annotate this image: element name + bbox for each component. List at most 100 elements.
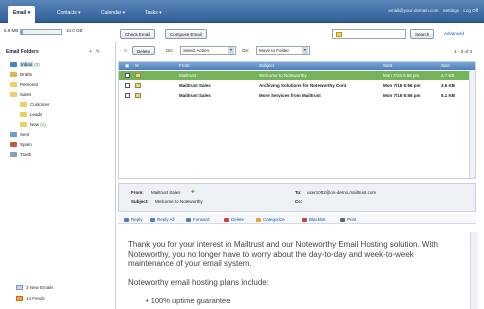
subject-cell: More Services from Mailtrust	[259, 93, 321, 98]
list-scrollbar[interactable]	[469, 70, 475, 178]
select-action-dropdown[interactable]: Select Action ▾	[180, 46, 236, 55]
tab-calendar[interactable]: Calendar ▾	[96, 6, 130, 23]
sidebar-item-inbox[interactable]: Inbox (2)	[10, 62, 40, 70]
folder-icon	[10, 92, 17, 97]
sidebar-item-label: Personal	[20, 82, 38, 87]
folder-icon	[20, 102, 27, 107]
body-line-3: maintenance of your email system.	[128, 259, 252, 269]
preview-header: From: Mailtrust Sales ✚ Subject: Welcome…	[118, 183, 476, 212]
sidebar-item-leads[interactable]: Leads	[20, 112, 42, 120]
sidebar-item-label: Spam	[20, 142, 32, 147]
envelope-icon	[135, 73, 141, 78]
categorize-button[interactable]: Categorize	[256, 217, 285, 222]
tab-contacts[interactable]: Contacts ▾	[52, 6, 86, 23]
rss-icon	[16, 296, 23, 301]
tab-email[interactable]: Email ▾	[8, 6, 36, 23]
folders-title: Email Folders	[6, 49, 39, 55]
sidebar-item-personal[interactable]: Personal	[10, 82, 38, 90]
sent-cell: Mon 7/15 6:56 pm	[383, 83, 421, 88]
print-label: Print	[347, 217, 357, 222]
table-row[interactable]: Mailtrust Sales Archiving Solutions for N…	[119, 81, 475, 90]
user-email: email@your-domain.com	[388, 8, 439, 13]
bullet-text: 100% uptime guarantee	[150, 296, 231, 305]
sidebar-item-trash[interactable]: Trash	[10, 152, 31, 160]
feeds-link[interactable]: 14 Feeds	[16, 296, 45, 301]
table-row[interactable]: Mailtrust Sales More Services from Mailtr…	[119, 91, 475, 100]
user-links: email@your-domain.com Settings Log Off	[385, 8, 478, 13]
advanced-search-link[interactable]: Advanced	[444, 31, 464, 36]
reply-icon	[124, 217, 129, 222]
on-label-1: On:	[166, 48, 174, 53]
reply-all-button[interactable]: Reply All	[150, 217, 175, 222]
row-checkbox[interactable]	[125, 93, 130, 98]
mail-icon	[16, 285, 23, 290]
body-scrollbar[interactable]	[470, 232, 478, 309]
refresh-icon[interactable]: ↻	[124, 48, 128, 54]
quota-bar	[20, 29, 62, 35]
row-checkbox[interactable]	[125, 83, 130, 88]
search-button[interactable]: Search	[410, 29, 435, 39]
settings-link[interactable]: Settings	[443, 8, 459, 13]
edit-folder-icon[interactable]: ✎	[96, 49, 100, 55]
subject-label: Subject:	[131, 199, 149, 204]
top-nav: Email ▾ Contacts ▾ Calendar ▾ Tasks ▾ em…	[0, 0, 484, 23]
folder-icon	[10, 82, 17, 87]
bullet-item: • 100% uptime guarantee	[146, 296, 231, 305]
search-input[interactable]	[332, 29, 406, 39]
body-paragraph-1: Thank you for your interest in Mailtrust…	[128, 240, 468, 269]
sidebar-item-label: Inbox	[20, 62, 34, 67]
blacklist-button[interactable]: Blacklist	[302, 217, 326, 222]
sidebar-item-customer[interactable]: Customer	[20, 102, 50, 110]
to-label: To:	[295, 190, 302, 195]
to-value: user1002@on-demo.mailtrust.com	[307, 190, 377, 195]
blacklist-label: Blacklist	[309, 217, 326, 222]
print-button[interactable]: Print	[340, 217, 356, 222]
sidebar-item-drafts[interactable]: Drafts	[10, 72, 32, 80]
from-value: Mailtrust Sales	[151, 190, 181, 195]
flag-column-icon: ✉	[135, 63, 139, 68]
quota-fill	[21, 30, 24, 34]
reply-all-icon	[150, 217, 155, 222]
sidebar-item-sales[interactable]: Sales	[10, 92, 31, 100]
subject-column-header[interactable]: Subject	[259, 63, 274, 68]
subject-value: Welcome to Noteworthy	[155, 199, 203, 204]
delete-icon	[224, 217, 229, 222]
from-column-header[interactable]: From	[179, 63, 190, 68]
forward-icon	[186, 217, 191, 222]
delete-message-button[interactable]: Delete	[224, 217, 244, 222]
sent-cell: Mon 7/15 6:58 pm	[383, 73, 420, 78]
move-to-folder-dropdown[interactable]: Move to Folder ▾	[256, 46, 310, 55]
chevron-down-icon: ▾	[302, 47, 308, 54]
sidebar-item-label: Drafts	[20, 72, 33, 77]
folder-icon	[20, 112, 27, 117]
add-folder-icon[interactable]: +	[89, 49, 92, 55]
message-toolbar: ↻ Delete On: Select Action ▾ On: Move to…	[118, 44, 484, 58]
sent-column-header[interactable]: Sent	[383, 63, 392, 68]
sidebar-item-label: Sales	[20, 92, 32, 97]
tab-tasks[interactable]: Tasks ▾	[140, 6, 167, 23]
folder-icon	[20, 122, 27, 127]
sidebar-item-label: Customer	[30, 102, 50, 107]
delete-button[interactable]: Delete	[132, 46, 156, 55]
compose-email-button[interactable]: Compose Email	[165, 29, 207, 39]
check-email-button[interactable]: Check Email	[120, 29, 156, 39]
forward-button[interactable]: Forward	[186, 217, 210, 222]
table-row[interactable]: Mailtrust Welcome to Noteworthy Mon 7/15 6…	[119, 71, 475, 80]
sidebar-item-new[interactable]: New (1)	[20, 122, 46, 130]
feeds-label: 14 Feeds	[26, 296, 45, 301]
logout-link[interactable]: Log Off	[463, 8, 478, 13]
envelope-icon	[135, 93, 141, 98]
quota-total: 10.0 GB	[66, 28, 83, 33]
row-checkbox[interactable]	[125, 73, 130, 78]
size-column-header[interactable]: Size	[441, 63, 450, 68]
cc-label: Cc:	[295, 199, 303, 204]
sidebar-item-sent[interactable]: Sent	[10, 132, 29, 140]
new-emails-link[interactable]: 3 New Emails	[16, 285, 54, 290]
sidebar-item-label: Sent	[20, 132, 30, 137]
reply-label: Reply	[131, 217, 143, 222]
reply-button[interactable]: Reply	[124, 217, 143, 222]
select-all-checkbox[interactable]: ▣	[125, 63, 129, 69]
size-cell: 4.7 KB	[441, 73, 455, 78]
sidebar-item-spam[interactable]: Spam	[10, 142, 32, 150]
add-contact-icon[interactable]: ✚	[191, 189, 195, 195]
